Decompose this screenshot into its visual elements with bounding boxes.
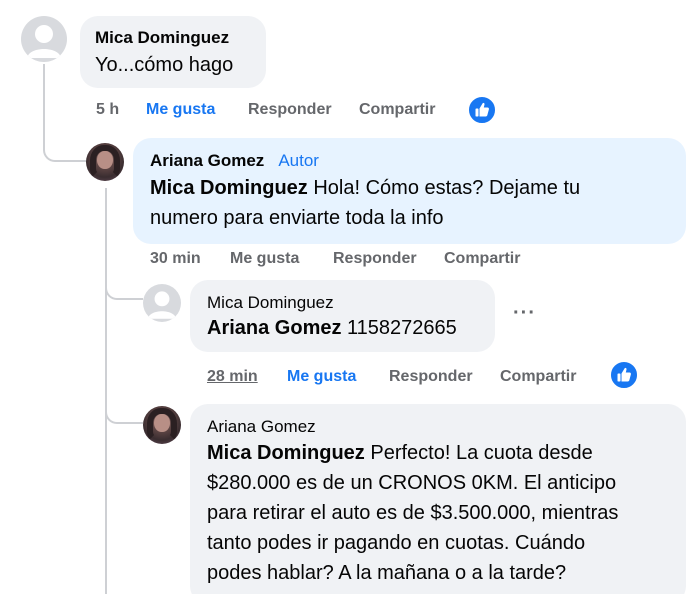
- mention-link[interactable]: Mica Dominguez: [150, 177, 308, 199]
- thread-curve-3: [105, 402, 143, 424]
- default-avatar-icon: [27, 25, 61, 58]
- thread-line-1: [43, 64, 45, 146]
- comment-bubble: Ariana Gomez Autor Mica Dominguez Hola! C…: [133, 138, 686, 244]
- mention-link[interactable]: Mica Dominguez: [207, 442, 365, 464]
- comment-actions: 30 min Me gusta Responder Compartir: [150, 250, 550, 270]
- comment-bubble: Mica Dominguez Ariana Gomez 1158272665: [190, 280, 495, 352]
- comment-author[interactable]: Ariana Gomez: [207, 416, 669, 438]
- share-button[interactable]: Compartir: [500, 368, 576, 386]
- reply-button[interactable]: Responder: [333, 250, 417, 268]
- share-button[interactable]: Compartir: [444, 250, 520, 268]
- comment-actions: 28 min Me gusta Responder Compartir: [207, 368, 607, 388]
- like-button[interactable]: Me gusta: [287, 368, 356, 386]
- comment-bubble: Ariana Gomez Mica Dominguez Perfecto! La…: [190, 404, 686, 594]
- thread-line-2: [105, 188, 107, 594]
- thread-curve-2: [105, 278, 143, 300]
- comment-timestamp[interactable]: 5 h: [96, 101, 119, 119]
- comment-text: Ariana Gomez 1158272665: [207, 314, 478, 342]
- avatar[interactable]: [143, 406, 181, 444]
- comment-thread: Mica Dominguez Yo...cómo hago 5 h Me gus…: [0, 0, 686, 594]
- comment-text-line: $280.000 es de un CRONOS 0KM. El anticip…: [207, 472, 617, 494]
- comment-author[interactable]: Mica Dominguez: [95, 26, 251, 50]
- avatar[interactable]: [86, 143, 124, 181]
- comment-timestamp[interactable]: 28 min: [207, 368, 258, 386]
- comment-text-line: Perfecto! La cuota desde: [364, 442, 593, 464]
- comment-text-line: tanto podes ir pagando en cuotas. Cuándo: [207, 532, 586, 554]
- comment-text-line: para retirar el auto es de $3.500.000, m…: [207, 502, 619, 524]
- author-badge: Autor: [278, 151, 319, 170]
- comment-text-line: 1158272665: [341, 317, 457, 339]
- thumbs-up-icon: [617, 367, 631, 382]
- comment-text-line: numero para enviarte toda la info: [150, 207, 444, 229]
- share-button[interactable]: Compartir: [359, 101, 435, 119]
- thumbs-up-icon: [475, 102, 489, 117]
- comment-text: Mica Dominguez Hola! Cómo estas? Dejame …: [150, 173, 669, 203]
- like-button[interactable]: Me gusta: [146, 101, 215, 119]
- comment-author[interactable]: Ariana Gomez: [150, 151, 264, 170]
- like-reaction-icon[interactable]: [609, 360, 639, 390]
- comment-actions: 5 h Me gusta Responder Compartir: [96, 101, 435, 121]
- default-avatar-icon: [147, 291, 177, 319]
- more-options-icon[interactable]: ···: [513, 302, 536, 325]
- comment-text-line: podes hablar? A la mañana o a la tarde?: [207, 562, 567, 584]
- like-button[interactable]: Me gusta: [230, 250, 299, 268]
- reply-button[interactable]: Responder: [248, 101, 332, 119]
- reply-button[interactable]: Responder: [389, 368, 473, 386]
- comment-bubble: Mica Dominguez Yo...cómo hago: [80, 16, 266, 88]
- comment-author[interactable]: Mica Dominguez: [207, 292, 478, 314]
- comment-text: Yo...cómo hago: [95, 54, 234, 76]
- avatar[interactable]: [21, 16, 67, 62]
- comment-text: Mica Dominguez Perfecto! La cuota desde: [207, 438, 669, 468]
- mention-link[interactable]: Ariana Gomez: [207, 317, 341, 339]
- thread-curve-1: [43, 140, 87, 162]
- avatar[interactable]: [143, 284, 181, 322]
- comment-text-line: Hola! Cómo estas? Dejame tu: [307, 177, 581, 199]
- comment-timestamp[interactable]: 30 min: [150, 250, 201, 268]
- like-reaction-icon[interactable]: [467, 95, 497, 125]
